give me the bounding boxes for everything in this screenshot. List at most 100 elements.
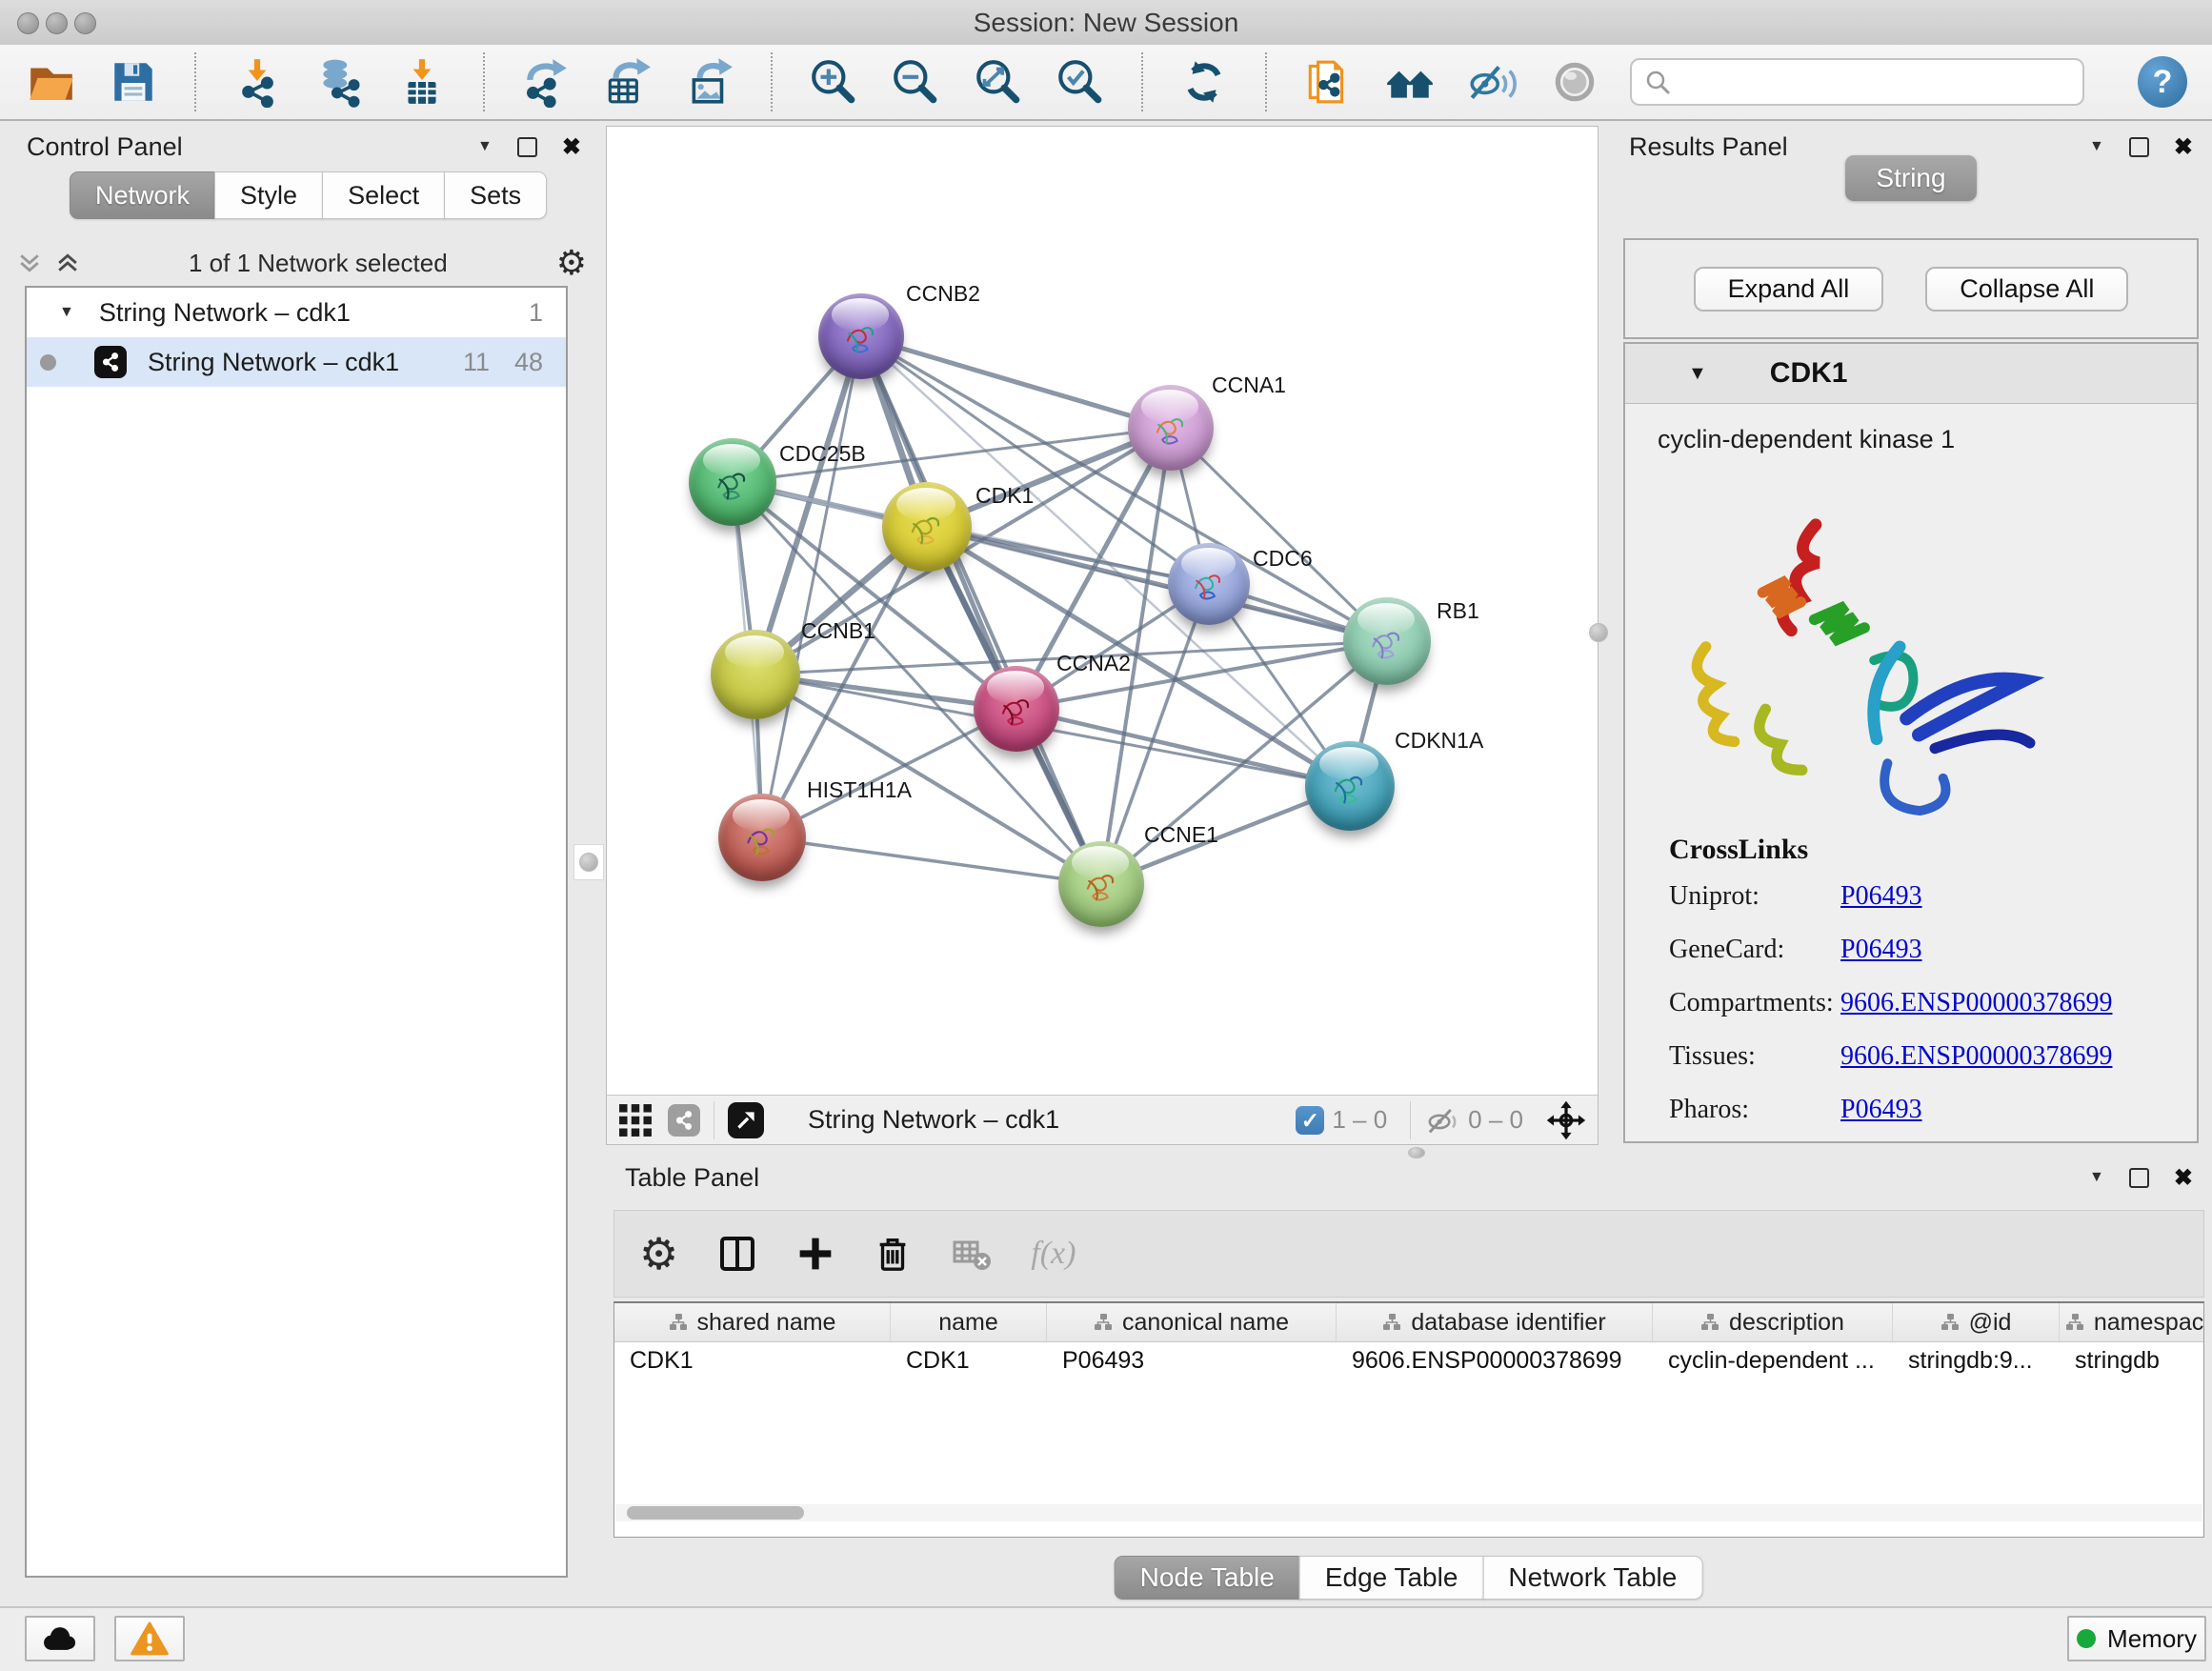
table-cell-name[interactable]: CDK1 bbox=[891, 1347, 1047, 1375]
table-cell-namespace[interactable]: stringdb bbox=[2060, 1347, 2204, 1375]
home-button[interactable] bbox=[1383, 54, 1437, 110]
left-splitter-handle[interactable] bbox=[573, 844, 604, 880]
tab-style[interactable]: Style bbox=[214, 171, 323, 219]
network-node-ccna1[interactable] bbox=[1128, 385, 1214, 471]
network-node-rb1[interactable] bbox=[1343, 597, 1431, 685]
gear-icon[interactable]: ⚙ bbox=[556, 246, 587, 280]
table-cell-database-identifier[interactable]: 9606.ENSP00000378699 bbox=[1337, 1347, 1653, 1375]
crosslink-link[interactable]: 9606.ENSP00000378699 bbox=[1840, 1041, 2112, 1072]
network-node-ccnb1[interactable] bbox=[711, 630, 800, 719]
panel-close-icon[interactable]: ✖ bbox=[2174, 1164, 2193, 1192]
delete-row-button[interactable] bbox=[873, 1234, 913, 1274]
zoom-in-button[interactable] bbox=[807, 54, 860, 110]
crosslink-link[interactable]: 9606.ENSP00000378699 bbox=[1840, 988, 2112, 1018]
column-header-canonical-name[interactable]: canonical name bbox=[1047, 1303, 1337, 1341]
network-node-cdc25b[interactable] bbox=[689, 438, 776, 526]
tab-network[interactable]: Network bbox=[70, 171, 215, 219]
export-image-button[interactable] bbox=[683, 54, 736, 110]
table-cell-id[interactable]: stringdb:9... bbox=[1893, 1347, 2060, 1375]
bottom-splitter-handle[interactable] bbox=[1408, 1147, 1425, 1158]
import-network-file-button[interactable] bbox=[231, 54, 284, 110]
import-network-database-button[interactable] bbox=[312, 54, 366, 110]
panel-float-icon[interactable] bbox=[2129, 137, 2149, 157]
crosslink-link[interactable]: P06493 bbox=[1840, 935, 1922, 965]
scrollbar-thumb[interactable] bbox=[627, 1506, 804, 1520]
network-share-icon[interactable] bbox=[668, 1104, 700, 1137]
collapse-all-button[interactable]: Collapse All bbox=[1925, 267, 2128, 312]
tab-select[interactable]: Select bbox=[322, 171, 445, 219]
network-node-ccne1[interactable] bbox=[1058, 841, 1144, 927]
panel-menu-caret-icon[interactable]: ▼ bbox=[2089, 138, 2104, 155]
collapse-all-chevron-icon[interactable] bbox=[17, 252, 42, 273]
expand-all-button[interactable]: Expand All bbox=[1694, 267, 1884, 312]
network-canvas[interactable]: CCNB2CCNA1CDC25BCDK1CDC6RB1CCNB1CCNA2CDK… bbox=[607, 127, 1598, 1095]
table-cell-shared-name[interactable]: CDK1 bbox=[614, 1347, 891, 1375]
section-caret-icon[interactable]: ▼ bbox=[1688, 363, 1707, 385]
grid-view-icon[interactable] bbox=[618, 1103, 653, 1137]
add-row-button[interactable] bbox=[796, 1235, 835, 1273]
cloud-button[interactable] bbox=[25, 1616, 95, 1661]
network-node-cdkn1a[interactable] bbox=[1305, 741, 1395, 831]
pan-crosshair-icon[interactable] bbox=[1546, 1100, 1586, 1140]
zoom-out-button[interactable] bbox=[889, 54, 942, 110]
network-node-cdc6[interactable] bbox=[1168, 543, 1250, 625]
network-edge[interactable] bbox=[861, 336, 1171, 428]
table-settings-button[interactable]: ⚙ bbox=[639, 1232, 678, 1276]
open-session-button[interactable] bbox=[25, 54, 78, 110]
function-builder-button[interactable]: f(x) bbox=[1031, 1236, 1076, 1272]
tab-node-table[interactable]: Node Table bbox=[1115, 1556, 1300, 1600]
node-section-header[interactable]: ▼ CDK1 bbox=[1625, 344, 2197, 404]
birdseye-view-icon[interactable] bbox=[728, 1102, 764, 1138]
expand-all-chevron-icon[interactable] bbox=[55, 252, 80, 273]
network-node-ccna2[interactable] bbox=[974, 666, 1059, 752]
share-document-button[interactable] bbox=[1301, 54, 1355, 110]
network-edge[interactable] bbox=[927, 527, 1387, 641]
network-node-ccnb2[interactable] bbox=[818, 293, 904, 379]
network-edge[interactable] bbox=[1016, 709, 1350, 786]
hidden-eye-icon[interactable] bbox=[1424, 1104, 1460, 1137]
tab-network-table[interactable]: Network Table bbox=[1482, 1556, 1702, 1600]
zoom-selected-button[interactable] bbox=[1054, 54, 1107, 110]
panel-float-icon[interactable] bbox=[517, 137, 537, 157]
tab-sets[interactable]: Sets bbox=[444, 171, 547, 219]
network-edge[interactable] bbox=[762, 336, 861, 837]
warning-button[interactable] bbox=[114, 1616, 185, 1661]
network-row-selected[interactable]: String Network – cdk1 11 48 bbox=[27, 337, 566, 387]
horizontal-scrollbar[interactable] bbox=[615, 1504, 2202, 1521]
network-edge[interactable] bbox=[762, 837, 1101, 884]
network-node-hist1h1a[interactable] bbox=[718, 794, 806, 881]
table-row[interactable]: CDK1CDK1P064939606.ENSP00000378699cyclin… bbox=[614, 1342, 2203, 1379]
search-input[interactable] bbox=[1672, 67, 2071, 98]
tree-caret-icon[interactable]: ▼ bbox=[59, 304, 74, 321]
apply-layout-button[interactable] bbox=[1177, 54, 1231, 110]
export-network-button[interactable] bbox=[519, 54, 573, 110]
column-header-id[interactable]: @id bbox=[1893, 1303, 2060, 1341]
network-node-cdk1[interactable] bbox=[882, 482, 972, 572]
export-table-button[interactable] bbox=[601, 54, 654, 110]
delete-column-button[interactable] bbox=[951, 1233, 993, 1275]
crosslink-link[interactable]: P06493 bbox=[1840, 881, 1922, 912]
zoom-fit-button[interactable] bbox=[972, 54, 1025, 110]
column-header-namespace[interactable]: namespace bbox=[2060, 1303, 2204, 1341]
selected-nodes-checkbox[interactable]: ✓ bbox=[1296, 1106, 1324, 1135]
import-table-file-button[interactable] bbox=[395, 54, 449, 110]
search-box[interactable] bbox=[1630, 58, 2084, 106]
hide-panels-button[interactable] bbox=[1465, 54, 1518, 110]
tab-string[interactable]: String bbox=[1845, 155, 1976, 201]
show-panels-button[interactable] bbox=[1548, 54, 1601, 110]
table-cell-canonical-name[interactable]: P06493 bbox=[1047, 1347, 1337, 1375]
crosslink-link[interactable]: P06493 bbox=[1840, 1095, 1922, 1125]
column-header-name[interactable]: name bbox=[891, 1303, 1047, 1341]
panel-float-icon[interactable] bbox=[2129, 1168, 2149, 1188]
network-collection-row[interactable]: ▼ String Network – cdk1 1 bbox=[27, 288, 566, 337]
column-header-database-identifier[interactable]: database identifier bbox=[1337, 1303, 1653, 1341]
save-session-button[interactable] bbox=[107, 54, 160, 110]
column-header-description[interactable]: description bbox=[1653, 1303, 1893, 1341]
table-cell-description[interactable]: cyclin-dependent ... bbox=[1653, 1347, 1893, 1375]
column-header-shared-name[interactable]: shared name bbox=[614, 1303, 891, 1341]
panel-menu-caret-icon[interactable]: ▼ bbox=[477, 138, 493, 155]
panel-menu-caret-icon[interactable]: ▼ bbox=[2089, 1169, 2104, 1186]
tab-edge-table[interactable]: Edge Table bbox=[1299, 1556, 1484, 1600]
memory-button[interactable]: Memory bbox=[2067, 1616, 2206, 1661]
panel-close-icon[interactable]: ✖ bbox=[562, 133, 581, 161]
